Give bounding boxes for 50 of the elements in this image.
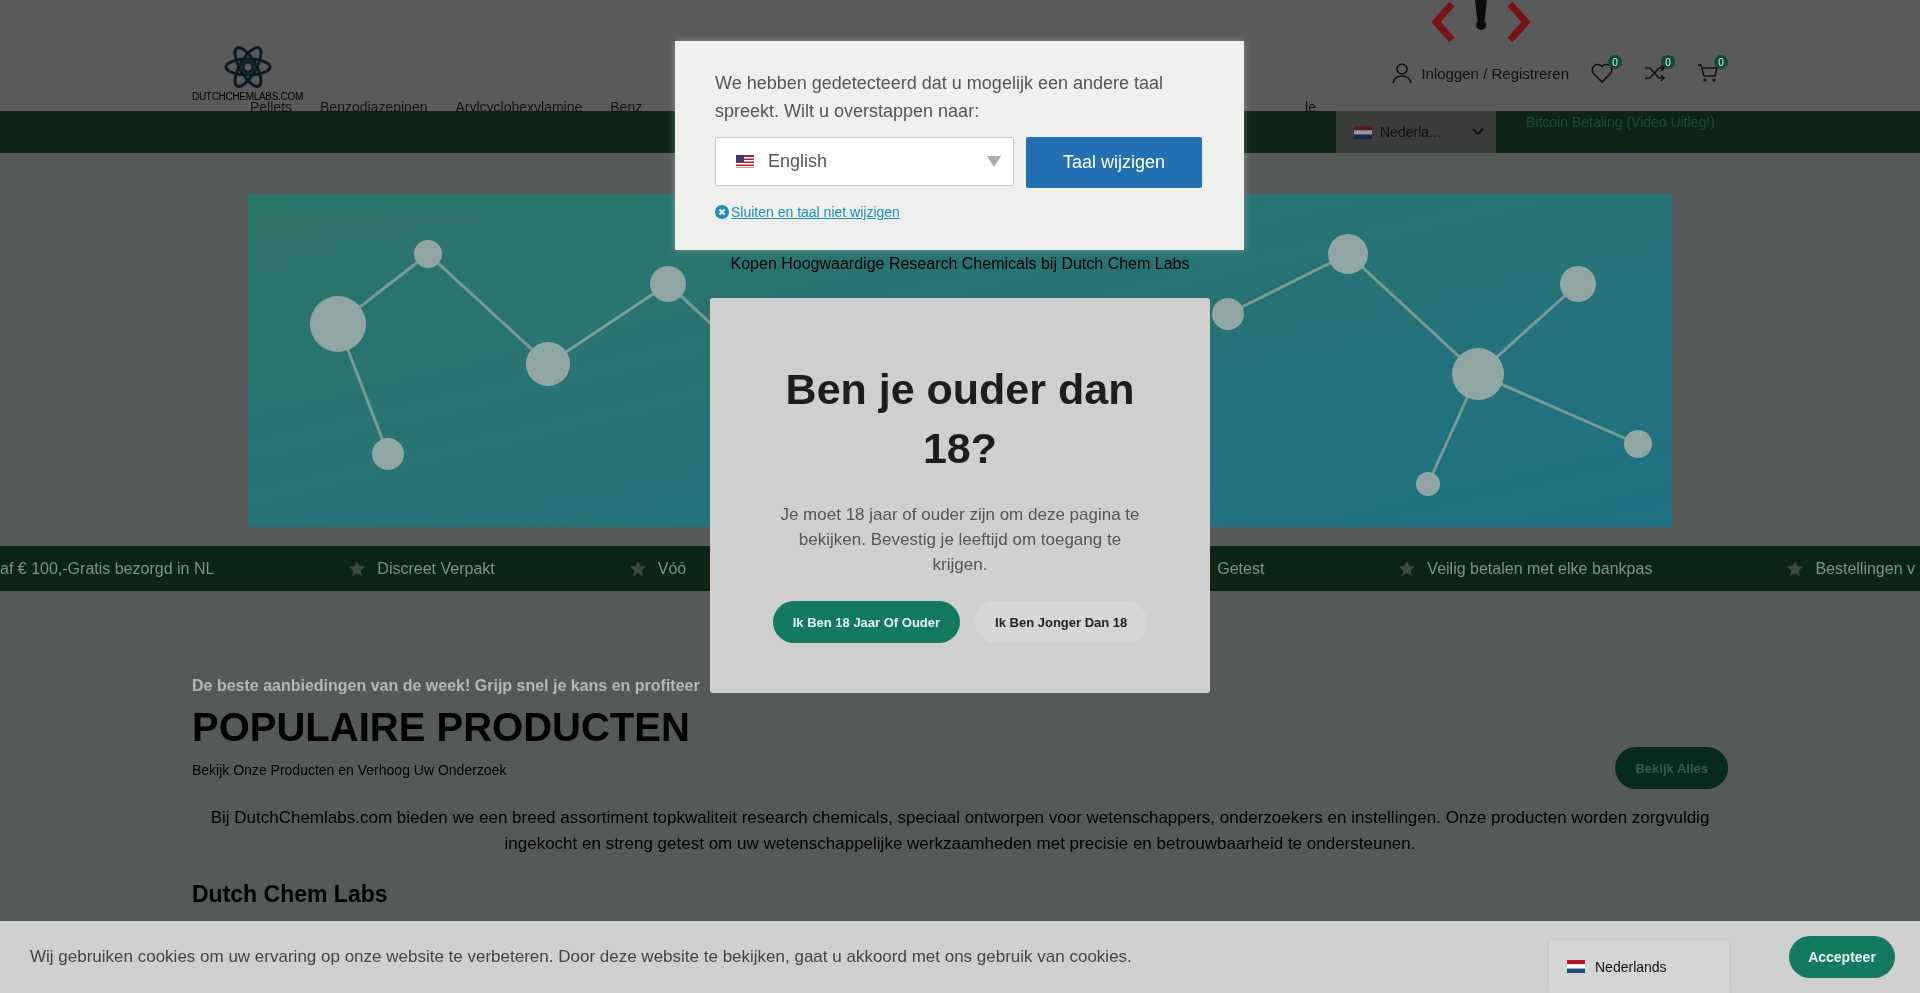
flag-icon [736,155,754,168]
flag-icon [1567,960,1585,973]
section-subtitle: Bekijk Onze Producten en Verhoog Uw Onderzoek [192,762,508,778]
count-badge: 0 [1608,55,1622,69]
confirm-button[interactable]: Ik Ben 18 Jaar Of Ouder [772,601,961,643]
decline-button[interactable]: Ik Ben Jonger Dan 18 [975,601,1148,643]
ticker-text: af € 100,-Gratis bezorgd in NL [0,559,215,578]
close-icon [715,205,729,219]
compare-button[interactable]: 0 [1644,55,1675,83]
nav-link[interactable]: Benz [610,99,643,115]
section-title: POPULAIRE PRODUCTEN [192,705,690,750]
ticker-text: Discreet Verpakt [377,559,495,578]
language-selector[interactable]: Nederlands [1549,940,1729,993]
ticker-text: Getest [1217,559,1265,578]
logo[interactable]: DUTCHCHEMLABS.COM [192,44,304,102]
warning-icon [1432,0,1530,42]
ticker-text: Bestellingen v [1815,559,1915,578]
chevron-icon [1472,128,1484,136]
flag-icon [1354,125,1372,139]
change-language-button[interactable]: Taal wijzigen [1026,137,1202,188]
nav-link[interactable]: Arylcyclohexylamine [455,99,583,115]
ticker-text: Veilig betalen met elke bankpas [1427,559,1653,578]
section-heading: Dutch Chem Labs [192,881,389,908]
shuffle-icon [1644,63,1666,83]
dialog-title: Ben je ouder dan 18? [784,364,1136,474]
accept-button[interactable]: Accepteer [1789,936,1895,978]
wishlist-button[interactable]: 0 [1591,55,1622,83]
cookie-message: Wij gebruiken cookies om uw ervaring op onze website te verbeteren. Door deze website te bekijken, gaat u akkoord met ons gebruik van cookies. [30,947,1133,967]
banner-heading: Kopen Hoogwaardige Research Chemicals bij Dutch Chem Labs [729,255,1191,273]
dialog-message: Je moet 18 jaar of ouder zijn om deze pagina te bekijken. Bevestig je leeftijd om toegang te krijgen. [779,504,1141,576]
nav-link[interactable]: le [1305,99,1316,115]
nav-link[interactable]: Pellets [250,99,293,115]
ticker-text: Vóó [657,559,687,578]
login-link[interactable]: Inloggen / Registreren [1391,62,1569,84]
user-icon [1391,62,1414,84]
logo-text: DUTCHCHEMLABS.COM [192,91,304,102]
cart-icon [1697,63,1719,83]
nav-link[interactable]: Benzodiazepinen [320,99,428,115]
language-select[interactable]: English [715,137,1014,186]
dismiss-link[interactable]: Sluiten en taal niet wijzigen [715,204,900,220]
atom-icon [223,44,272,90]
dialog-message: We hebben gedetecteerd dat u mogelijk een andere taal spreekt. Wilt u overstappen naar: [715,72,1164,123]
count-badge: 0 [1661,55,1675,69]
cart-button[interactable]: 0 [1697,55,1728,83]
count-badge: 0 [1714,55,1728,69]
dropdown-arrow-icon [987,156,1001,167]
heart-icon [1591,63,1613,83]
teaser-text: De beste aanbiedingen van de week! Grijp snel je kans en profiteer [192,677,701,695]
view-all-button[interactable]: Bekijk Alles [1615,747,1728,789]
intro-paragraph: Bij DutchChemlabs.com bieden we een breed assortiment topkwaliteit research chemicals, speciaal ontworpen voor wetenschappers, onderzoekers en instellingen. Onze producten worden zorgvuldig ingekocht en streng getest om uw wetenschappelijke werkzaamheden met precisie en betrouwbaarheid te ondersteunen. [209,807,1711,855]
